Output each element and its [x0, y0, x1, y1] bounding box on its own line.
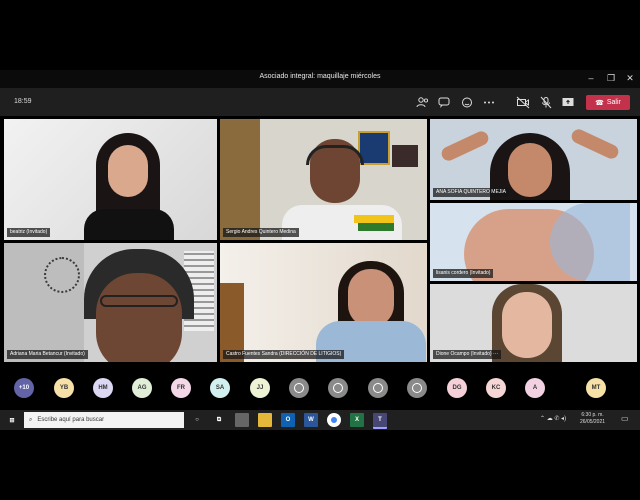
video-tile[interactable]: beatriz (Invitado) [4, 119, 217, 240]
participant-name: Adriana Maria Betancur (Invitado) [7, 350, 88, 359]
participant-avatar[interactable]: +10 [14, 378, 34, 398]
face-shape [348, 269, 394, 327]
person-icon [412, 383, 422, 393]
sun-decor-icon [44, 257, 80, 293]
share-screen-icon[interactable] [561, 96, 575, 109]
notifications-icon[interactable]: ▭ [621, 414, 629, 423]
task-view-icon[interactable]: ⧉ [212, 413, 226, 427]
more-options-icon[interactable]: ··· [493, 351, 498, 357]
participant-avatar[interactable]: SA [210, 378, 230, 398]
participant-avatar[interactable]: JJ [250, 378, 270, 398]
wall-frame-shape [392, 145, 418, 167]
leave-label: Salir [606, 99, 621, 106]
participant-avatar[interactable]: DG [447, 378, 467, 398]
reactions-icon[interactable] [460, 96, 474, 109]
window-title: Asociado integral: maquillaje miércoles [259, 73, 381, 80]
leave-button[interactable]: ☎ Salir [586, 95, 630, 110]
face-shape [96, 273, 182, 362]
participant-name: Castro Fuentes Sandra (DIRECCIÓN DE LITI… [223, 350, 345, 359]
person-icon [373, 383, 383, 393]
participant-name: beatriz (Invitado) [7, 228, 51, 237]
face-shape [508, 143, 552, 197]
search-icon: ⌕ [29, 416, 33, 423]
participant-avatar-generic[interactable] [368, 378, 388, 398]
participant-avatar-generic[interactable] [328, 378, 348, 398]
participant-avatar[interactable]: HM [93, 378, 113, 398]
minimize-icon[interactable]: – [584, 72, 598, 84]
video-tile[interactable]: Castro Fuentes Sandra (DIRECCIÓN DE LITI… [220, 243, 427, 362]
participant-avatar[interactable]: FR [171, 378, 191, 398]
video-tile[interactable]: Adriana Maria Betancur (Invitado) [4, 243, 217, 362]
arm-shape [439, 129, 491, 163]
headphones-icon [306, 145, 364, 165]
chat-icon[interactable] [437, 96, 451, 109]
face-shape [502, 292, 552, 358]
face-shape [108, 145, 148, 197]
stripe-shape [354, 215, 394, 223]
search-placeholder: Escribe aquí para buscar [37, 417, 105, 423]
camera-off-icon[interactable] [516, 96, 530, 109]
file-explorer-icon[interactable] [258, 413, 272, 427]
participant-name: lisanis cordero (Invitado) [433, 269, 494, 278]
shoulders-shape [84, 209, 174, 240]
windows-start-icon[interactable]: ⊞ [5, 413, 19, 427]
stripe-shape [358, 223, 394, 231]
participant-name-text: Dione Ocampo (Invitado) [436, 351, 492, 357]
clock-date: 26/05/2021 [580, 419, 606, 425]
video-tile[interactable]: Sergio Andres Quintero Medina [220, 119, 427, 240]
hair-shape [550, 203, 630, 281]
participant-avatar-generic[interactable] [407, 378, 427, 398]
glasses-icon [100, 295, 178, 307]
mic-off-icon[interactable] [539, 96, 553, 109]
close-icon[interactable]: ✕ [623, 72, 637, 84]
participant-avatar[interactable]: AG [132, 378, 152, 398]
excel-icon[interactable]: X [350, 413, 364, 427]
person-icon [333, 383, 343, 393]
participant-avatar[interactable]: MT [586, 378, 606, 398]
participants-icon[interactable] [416, 96, 430, 109]
bookshelf-shape [220, 119, 260, 240]
taskbar-search-box[interactable]: ⌕ Escribe aquí para buscar [24, 412, 184, 428]
teams-icon[interactable]: T [373, 413, 387, 429]
participant-avatar-generic[interactable] [289, 378, 309, 398]
outlook-icon[interactable]: O [281, 413, 295, 427]
participant-name: Dione Ocampo (Invitado) ··· [433, 350, 501, 359]
word-icon[interactable]: W [304, 413, 318, 427]
more-options-icon[interactable] [482, 96, 496, 109]
cortana-icon[interactable]: ○ [190, 413, 204, 427]
chrome-icon[interactable] [327, 413, 341, 427]
store-icon[interactable] [235, 413, 249, 427]
video-tile[interactable]: Dione Ocampo (Invitado) ··· [430, 284, 637, 362]
participant-name: ANA SOFIA QUINTERO MEJIA [433, 188, 510, 197]
video-tile[interactable]: ANA SOFIA QUINTERO MEJIA [430, 119, 637, 200]
phone-hangup-icon: ☎ [595, 99, 604, 107]
system-tray-icons[interactable]: ⌃ ☁ ✆ ◂) [540, 415, 566, 422]
participant-name: Sergio Andres Quintero Medina [223, 228, 299, 237]
arm-shape [569, 127, 621, 161]
person-icon [294, 383, 304, 393]
taskbar-clock[interactable]: 6:30 p. m. 26/05/2021 [580, 412, 605, 426]
maximize-icon[interactable]: ❐ [604, 72, 618, 84]
meeting-timer: 18:59 [14, 98, 32, 105]
clock-time: 6:30 p. m. [581, 412, 604, 418]
participant-avatar[interactable]: KC [486, 378, 506, 398]
video-tile[interactable]: lisanis cordero (Invitado) [430, 203, 637, 281]
participant-avatar[interactable]: YB [54, 378, 74, 398]
participant-avatar[interactable]: A [525, 378, 545, 398]
